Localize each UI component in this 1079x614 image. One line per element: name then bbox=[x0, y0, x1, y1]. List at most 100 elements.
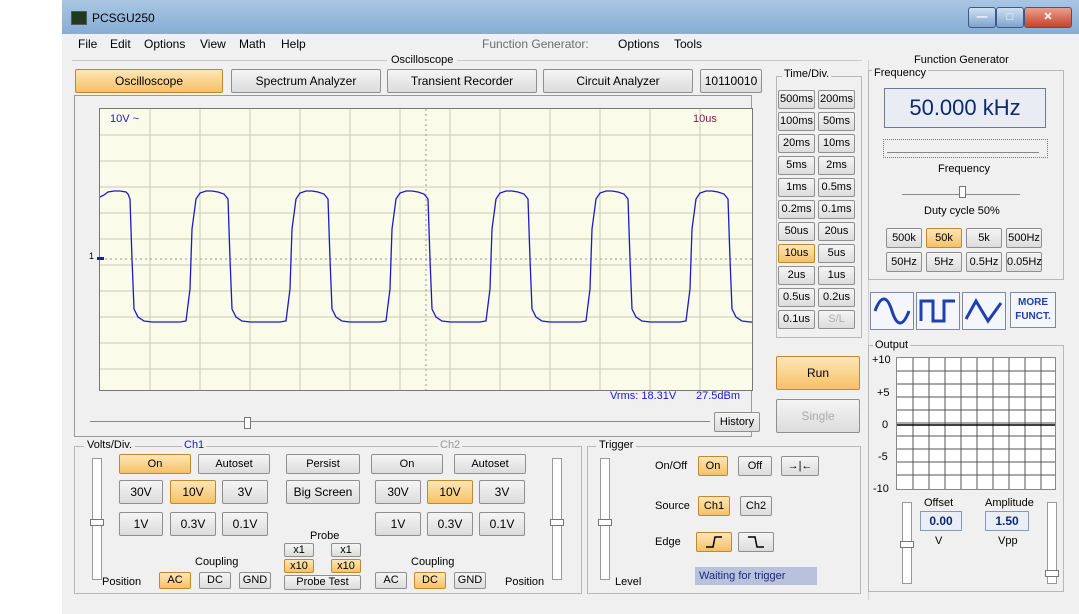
horizontal-position-thumb[interactable] bbox=[244, 417, 251, 429]
ch2-range-0-3v[interactable]: 0.3V bbox=[427, 512, 473, 536]
ch2-autoset-button[interactable]: Autoset bbox=[454, 454, 526, 474]
timediv-0-1us-button[interactable]: 0.1us bbox=[778, 310, 815, 329]
ch1-probe-x1[interactable]: x1 bbox=[284, 543, 314, 557]
ch2-coupling-ac[interactable]: AC bbox=[375, 572, 407, 589]
tab-circuit-analyzer[interactable]: Circuit Analyzer bbox=[543, 69, 693, 93]
timediv-200ms-button[interactable]: 200ms bbox=[818, 90, 855, 109]
menu-file[interactable]: File bbox=[78, 37, 97, 51]
timediv-2ms-button[interactable]: 2ms bbox=[818, 156, 855, 175]
tab-oscilloscope[interactable]: Oscilloscope bbox=[75, 69, 223, 93]
trigger-level-thumb[interactable] bbox=[598, 519, 612, 526]
big-screen-button[interactable]: Big Screen bbox=[286, 480, 360, 504]
timediv-20us-button[interactable]: 20us bbox=[818, 222, 855, 241]
persist-button[interactable]: Persist bbox=[286, 454, 360, 474]
trigger-falling-edge[interactable] bbox=[738, 532, 774, 552]
fg-range-5hz[interactable]: 5Hz bbox=[926, 252, 962, 272]
scope-screen[interactable]: 10V ~ 10us Vrms: 18.31V 27.5dBm bbox=[99, 108, 753, 402]
fg-range-5k[interactable]: 5k bbox=[966, 228, 1002, 248]
timediv-5us-button[interactable]: 5us bbox=[818, 244, 855, 263]
timediv-50ms-button[interactable]: 50ms bbox=[818, 112, 855, 131]
timediv-1us-button[interactable]: 1us bbox=[818, 266, 855, 285]
timediv-0-1ms-button[interactable]: 0.1ms bbox=[818, 200, 855, 219]
tab-spectrum-analyzer[interactable]: Spectrum Analyzer bbox=[231, 69, 381, 93]
ch1-position-thumb[interactable] bbox=[90, 519, 104, 526]
offset-slider-thumb[interactable] bbox=[900, 541, 914, 548]
menu-math[interactable]: Math bbox=[239, 37, 266, 51]
ch1-coupling-ac[interactable]: AC bbox=[159, 572, 191, 589]
fg-range-0-05hz[interactable]: 0.05Hz bbox=[1006, 252, 1042, 272]
ch1-range-0-3v[interactable]: 0.3V bbox=[170, 512, 216, 536]
probe-test-button[interactable]: Probe Test bbox=[284, 575, 361, 590]
menu-help[interactable]: Help bbox=[281, 37, 306, 51]
ch2-range-10v[interactable]: 10V bbox=[427, 480, 473, 504]
triangle-wave-button[interactable] bbox=[962, 292, 1006, 330]
ch1-range-10v[interactable]: 10V bbox=[170, 480, 216, 504]
ch1-ground-marker[interactable]: 1 bbox=[89, 251, 94, 261]
timediv-10ms-button[interactable]: 10ms bbox=[818, 134, 855, 153]
fg-range-50hz[interactable]: 50Hz bbox=[886, 252, 922, 272]
timediv-1ms-button[interactable]: 1ms bbox=[778, 178, 815, 197]
timediv-s-l-button[interactable]: S/L bbox=[818, 310, 855, 329]
timediv-0-2us-button[interactable]: 0.2us bbox=[818, 288, 855, 307]
history-button[interactable]: History bbox=[714, 412, 760, 432]
fg-range-500hz[interactable]: 500Hz bbox=[1006, 228, 1042, 248]
menu-edit[interactable]: Edit bbox=[110, 37, 131, 51]
timediv-100ms-button[interactable]: 100ms bbox=[778, 112, 815, 131]
ch2-coupling-gnd[interactable]: GND bbox=[454, 572, 486, 589]
ch1-range-1v[interactable]: 1V bbox=[119, 512, 163, 536]
square-wave-button[interactable] bbox=[916, 292, 960, 330]
offset-value[interactable]: 0.00 bbox=[920, 511, 962, 531]
ch2-range-0-1v[interactable]: 0.1V bbox=[479, 512, 525, 536]
ch2-position-thumb[interactable] bbox=[550, 519, 564, 526]
maximize-button[interactable]: □ bbox=[996, 7, 1024, 28]
menu-view[interactable]: View bbox=[200, 37, 226, 51]
more-functions-button[interactable]: MORE FUNCT. bbox=[1010, 292, 1056, 328]
ch2-probe-x10[interactable]: x10 bbox=[331, 559, 361, 573]
timediv-5ms-button[interactable]: 5ms bbox=[778, 156, 815, 175]
tab-transient-recorder[interactable]: Transient Recorder bbox=[387, 69, 537, 93]
trigger-center-button[interactable]: →|← bbox=[781, 456, 819, 476]
close-button[interactable]: ✕ bbox=[1024, 7, 1072, 28]
ch1-probe-x10[interactable]: x10 bbox=[284, 559, 314, 573]
ch2-on-button[interactable]: On bbox=[371, 454, 443, 474]
ch1-ground-arrow[interactable] bbox=[97, 257, 104, 260]
trigger-source-ch1[interactable]: Ch1 bbox=[698, 496, 730, 516]
ch1-coupling-gnd[interactable]: GND bbox=[239, 572, 271, 589]
timediv-0-5ms-button[interactable]: 0.5ms bbox=[818, 178, 855, 197]
timediv-2us-button[interactable]: 2us bbox=[778, 266, 815, 285]
menu-options[interactable]: Options bbox=[144, 37, 185, 51]
ch2-range-3v[interactable]: 3V bbox=[479, 480, 525, 504]
tab-binary[interactable]: 10110010 bbox=[700, 69, 762, 93]
frequency-slider[interactable] bbox=[883, 139, 1048, 158]
fg-range-0-5hz[interactable]: 0.5Hz bbox=[966, 252, 1002, 272]
timediv-0-5us-button[interactable]: 0.5us bbox=[778, 288, 815, 307]
ch1-on-button[interactable]: On bbox=[119, 454, 191, 474]
run-button[interactable]: Run bbox=[776, 356, 860, 390]
menu-fg-options[interactable]: Options bbox=[618, 37, 659, 51]
amplitude-slider-thumb[interactable] bbox=[1045, 570, 1059, 577]
trigger-source-ch2[interactable]: Ch2 bbox=[740, 496, 772, 516]
sine-wave-button[interactable] bbox=[870, 292, 914, 330]
menu-fg-tools[interactable]: Tools bbox=[674, 37, 702, 51]
timediv-20ms-button[interactable]: 20ms bbox=[778, 134, 815, 153]
trigger-on-button[interactable]: On bbox=[698, 456, 728, 476]
trigger-off-button[interactable]: Off bbox=[738, 456, 772, 476]
horizontal-position-slider[interactable] bbox=[90, 421, 710, 422]
fg-range-50k[interactable]: 50k bbox=[926, 228, 962, 248]
fg-range-500k[interactable]: 500k bbox=[886, 228, 922, 248]
ch2-coupling-dc[interactable]: DC bbox=[414, 572, 446, 589]
amplitude-value[interactable]: 1.50 bbox=[985, 511, 1029, 531]
ch1-range-3v[interactable]: 3V bbox=[222, 480, 268, 504]
ch2-range-1v[interactable]: 1V bbox=[375, 512, 421, 536]
ch1-autoset-button[interactable]: Autoset bbox=[198, 454, 270, 474]
ch1-range-30v[interactable]: 30V bbox=[119, 480, 163, 504]
timediv-50us-button[interactable]: 50us bbox=[778, 222, 815, 241]
timediv-0-2ms-button[interactable]: 0.2ms bbox=[778, 200, 815, 219]
ch2-range-30v[interactable]: 30V bbox=[375, 480, 421, 504]
trigger-rising-edge[interactable] bbox=[696, 532, 732, 552]
single-button[interactable]: Single bbox=[776, 399, 860, 433]
ch1-range-0-1v[interactable]: 0.1V bbox=[222, 512, 268, 536]
timediv-500ms-button[interactable]: 500ms bbox=[778, 90, 815, 109]
timediv-10us-button[interactable]: 10us bbox=[778, 244, 815, 263]
minimize-button[interactable]: — bbox=[968, 7, 996, 28]
